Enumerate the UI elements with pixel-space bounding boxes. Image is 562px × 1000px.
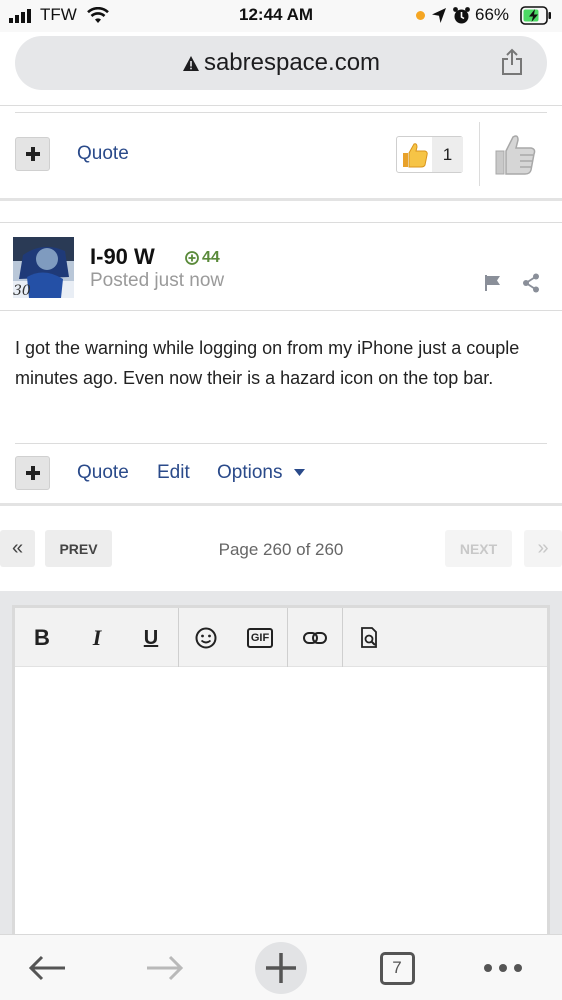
multiquote-button[interactable] <box>15 456 50 490</box>
editor-toolbar: B I U GIF <box>15 608 547 667</box>
battery-percent: 66% <box>475 5 510 24</box>
alarm-icon <box>453 7 470 24</box>
preview-icon <box>361 627 377 648</box>
italic-button[interactable]: I <box>81 622 113 654</box>
options-label: Options <box>217 462 283 483</box>
post-content: I got the warning while logging on from … <box>15 338 520 388</box>
tab-count: 7 <box>392 958 402 977</box>
address-bar[interactable]: sabrespace.com <box>15 36 547 90</box>
caret-down-icon <box>293 469 305 477</box>
browser-toolbar: 7 <box>0 934 562 1000</box>
divider <box>0 222 562 223</box>
lock-warning-icon <box>182 56 199 72</box>
divider <box>15 112 547 113</box>
share-post-icon[interactable] <box>522 273 540 293</box>
tabs-icon: 7 <box>379 951 415 985</box>
post-separator <box>0 198 562 201</box>
avatar-jersey-number: 30 <box>13 283 31 298</box>
back-button[interactable] <box>22 943 72 993</box>
clock: 12:44 AM <box>239 5 314 24</box>
flag-icon[interactable] <box>484 274 502 292</box>
underline-button[interactable]: U <box>135 622 167 654</box>
new-tab-button[interactable] <box>254 942 308 994</box>
options-menu[interactable]: Options <box>217 462 305 484</box>
more-button[interactable] <box>478 943 528 993</box>
emoji-icon <box>195 627 217 649</box>
plus-icon <box>25 147 40 161</box>
last-page-button: » <box>524 530 562 567</box>
forward-icon <box>147 955 184 981</box>
gif-button[interactable]: GIF <box>244 622 276 654</box>
reaction-count-box[interactable]: 1 <box>396 136 463 173</box>
reaction-count: 1 <box>432 137 463 172</box>
link-button[interactable] <box>299 622 331 654</box>
battery-icon <box>520 6 551 25</box>
multiquote-button[interactable] <box>15 137 50 171</box>
divider <box>15 443 547 444</box>
like-icon[interactable] <box>493 131 537 177</box>
url-text: sabrespace.com <box>203 49 381 76</box>
divider <box>479 122 480 186</box>
toolbar-separator <box>178 608 179 667</box>
divider <box>0 105 562 106</box>
toolbar-separator <box>287 608 288 667</box>
post-separator <box>0 503 562 506</box>
bold-button[interactable]: B <box>26 622 58 654</box>
gif-label: GIF <box>246 628 274 648</box>
divider <box>0 310 562 311</box>
edit-link[interactable]: Edit <box>157 462 190 484</box>
quote-link[interactable]: Quote <box>77 143 129 165</box>
reputation-score: 44 <box>202 249 220 266</box>
post-author[interactable]: I-90 W <box>90 244 155 270</box>
back-icon <box>28 955 65 981</box>
toolbar-separator <box>342 608 343 667</box>
avatar[interactable]: 30 <box>13 237 74 298</box>
post-date: Posted just now <box>90 270 225 291</box>
carrier-name: TFW <box>40 5 77 24</box>
reputation-plus-icon <box>185 251 199 265</box>
new-tab-icon <box>255 942 307 994</box>
status-bar: TFW 12:44 AM 66% <box>0 0 562 32</box>
next-page-button: NEXT <box>445 530 512 567</box>
thumbs-up-icon <box>403 143 428 168</box>
wifi-icon <box>87 7 109 23</box>
recording-dot <box>416 11 425 20</box>
link-icon <box>303 632 327 644</box>
reply-editor[interactable]: B I U GIF <box>12 605 550 945</box>
share-icon[interactable] <box>501 48 523 76</box>
emoji-button[interactable] <box>190 622 222 654</box>
url-display[interactable]: sabrespace.com <box>15 49 547 77</box>
signal-icon <box>9 9 31 23</box>
location-icon <box>432 8 446 23</box>
tabs-button[interactable]: 7 <box>372 943 422 993</box>
more-icon <box>484 964 522 972</box>
plus-icon <box>25 466 40 480</box>
preview-button[interactable] <box>354 622 386 654</box>
quote-link[interactable]: Quote <box>77 462 129 484</box>
forward-button <box>140 943 190 993</box>
reply-editor-container: B I U GIF <box>0 591 562 945</box>
